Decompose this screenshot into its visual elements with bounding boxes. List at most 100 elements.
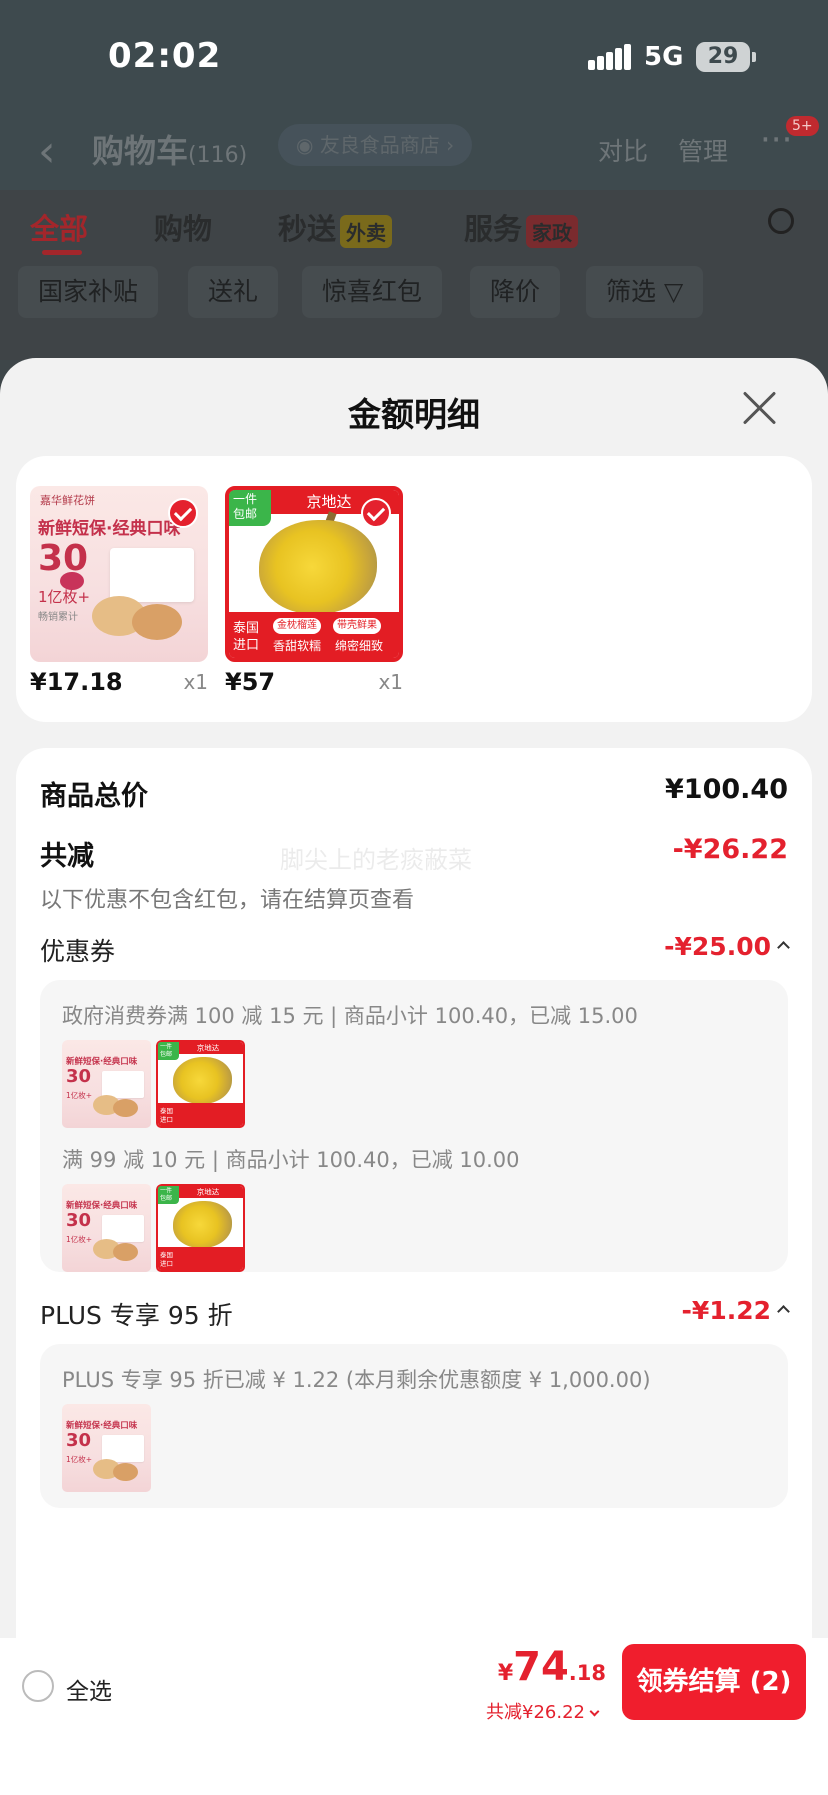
amount-detail-sheet: 金额明细 嘉华鲜花饼 新鲜短保·经典口味 30 1亿枚+ 畅销累计 ¥17.18… bbox=[0, 358, 828, 1795]
coupon-label: 优惠券 bbox=[40, 937, 116, 966]
thumb-origin: 泰国进口 bbox=[160, 1107, 174, 1124]
search-icon[interactable] bbox=[768, 208, 794, 234]
chevron-up-icon bbox=[777, 1305, 790, 1318]
eye-icon: ◉ bbox=[296, 133, 320, 157]
thumb-free-shipping: 一件包邮 bbox=[158, 1186, 179, 1204]
package-image bbox=[102, 1215, 144, 1242]
thumb-number: 30 bbox=[66, 1430, 92, 1451]
mini-thumbnail-durian: 京地达 一件包邮 泰国进口 bbox=[156, 1184, 246, 1274]
mini-thumbnail-durian: 京地达 一件包邮 泰国进口 bbox=[156, 1040, 246, 1130]
store-name: 友良食品商店 bbox=[319, 133, 440, 157]
home-indicator-area bbox=[0, 1734, 828, 1795]
tab-label: 秒送 bbox=[278, 212, 337, 246]
thumb-number: 30 bbox=[66, 1210, 92, 1231]
package-image bbox=[110, 548, 194, 602]
manage-button[interactable]: 管理 bbox=[678, 132, 728, 168]
cake-image bbox=[132, 604, 182, 640]
checked-icon[interactable] bbox=[168, 498, 198, 528]
plus-value: -¥1.22 bbox=[681, 1296, 771, 1325]
tab-service[interactable]: 服务 家政 bbox=[464, 206, 579, 248]
thumb-pill: 金枕榴莲 bbox=[273, 618, 321, 634]
network-label: 5G bbox=[644, 42, 684, 72]
compare-button[interactable]: 对比 bbox=[598, 132, 648, 168]
product-item[interactable]: 京地达 一件包邮 泰国进口 金枕榴莲 带壳鲜果 香甜软糯 绵密细致 ¥57 x1 bbox=[225, 486, 403, 698]
saved-amount-toggle[interactable]: 共减¥26.22 bbox=[486, 1698, 600, 1724]
thumb-sales: 1亿枚+ bbox=[66, 1455, 93, 1464]
total-decimal: .18 bbox=[568, 1661, 606, 1685]
checked-icon[interactable] bbox=[361, 498, 391, 528]
signal-icon bbox=[588, 44, 632, 70]
chip-filter[interactable]: 筛选 ▽ bbox=[586, 266, 704, 318]
tab-tag: 家政 bbox=[526, 214, 579, 248]
cake-image bbox=[113, 1243, 138, 1261]
rose-image bbox=[60, 572, 84, 590]
cart-title: 购物车 bbox=[92, 132, 189, 170]
tab-bar: 全部 购物 秒送 外卖 服务 家政 国家补贴 送礼 惊喜红包 降价 筛选 ▽ bbox=[0, 190, 828, 360]
discount-value: -¥26.22 bbox=[672, 834, 788, 865]
thumb-sub: 绵密细致 bbox=[335, 639, 384, 653]
product-item[interactable]: 嘉华鲜花饼 新鲜短保·经典口味 30 1亿枚+ 畅销累计 ¥17.18 x1 bbox=[30, 486, 208, 698]
total-integer: 74 bbox=[513, 1644, 569, 1690]
product-price: ¥57 bbox=[225, 668, 276, 696]
tab-all[interactable]: 全部 bbox=[30, 206, 88, 255]
status-time: 02:02 bbox=[108, 36, 222, 76]
thumb-sales: 1亿枚+ bbox=[66, 1091, 93, 1100]
select-all-checkbox[interactable] bbox=[22, 1670, 54, 1702]
tab-label: 购物 bbox=[154, 212, 213, 246]
thumb-origin: 泰国进口 bbox=[233, 621, 260, 653]
price-row: ¥17.18 x1 bbox=[30, 668, 208, 698]
close-icon[interactable] bbox=[740, 388, 780, 428]
status-bar: 02:02 5G 29 bbox=[0, 0, 828, 110]
chevron-down-icon bbox=[589, 1706, 600, 1717]
checkout-bar: 全选 ¥74.18 共减¥26.22 领券结算 (2) bbox=[0, 1638, 828, 1734]
discount-note: 以下优惠不包含红包，请在结算页查看 bbox=[40, 888, 415, 913]
product-qty: x1 bbox=[378, 670, 403, 694]
coupon-value: -¥25.00 bbox=[664, 932, 771, 961]
cart-count: (116) bbox=[188, 143, 248, 168]
cake-image bbox=[113, 1463, 138, 1481]
durian-image bbox=[259, 520, 377, 614]
coupon-toggle[interactable]: -¥25.00 bbox=[664, 932, 790, 961]
page-title: 购物车(116) bbox=[92, 126, 247, 172]
sheet-title: 金额明细 bbox=[348, 395, 480, 434]
thumb-headline: 新鲜短保·经典口味 bbox=[66, 1200, 138, 1211]
thumb-sales: 1亿枚+ bbox=[66, 1235, 93, 1244]
coupon-line: 满 99 减 10 元 | 商品小计 100.40，已减 10.00 bbox=[62, 1148, 520, 1172]
thumb-number: 30 bbox=[66, 1066, 92, 1087]
thumb-number: 30 bbox=[38, 538, 89, 579]
tab-instant[interactable]: 秒送 外卖 bbox=[278, 206, 393, 248]
back-icon[interactable]: ‹ bbox=[38, 126, 56, 177]
mini-thumbnail-pastry: 新鲜短保·经典口味 30 1亿枚+ bbox=[62, 1184, 152, 1274]
tab-shopping[interactable]: 购物 bbox=[154, 206, 212, 248]
price-row: ¥57 x1 bbox=[225, 668, 403, 698]
discount-label: 共减 bbox=[40, 841, 94, 872]
thumb-free-shipping: 一件包邮 bbox=[158, 1042, 179, 1060]
package-image bbox=[102, 1435, 144, 1462]
product-thumbnail: 嘉华鲜花饼 新鲜短保·经典口味 30 1亿枚+ 畅销累计 bbox=[30, 486, 208, 662]
chevron-right-icon: › bbox=[439, 133, 455, 157]
coupon-line: 政府消费券满 100 减 15 元 | 商品小计 100.40，已减 15.00 bbox=[62, 1004, 638, 1028]
mini-thumbnail-pastry: 新鲜短保·经典口味 30 1亿枚+ bbox=[62, 1404, 152, 1494]
store-filter-button[interactable]: ◉ 友良食品商店 › bbox=[278, 124, 473, 166]
tab-tag: 外卖 bbox=[340, 214, 393, 248]
thumb-free-shipping: 一件包邮 bbox=[229, 490, 271, 526]
plus-toggle[interactable]: -¥1.22 bbox=[681, 1296, 790, 1325]
total-price-label: 商品总价 bbox=[40, 781, 148, 812]
chip-subsidy[interactable]: 国家补贴 bbox=[18, 266, 159, 318]
checkout-button[interactable]: 领券结算 (2) bbox=[622, 1644, 806, 1720]
chip-red-packet[interactable]: 惊喜红包 bbox=[302, 266, 443, 318]
select-all-label[interactable]: 全选 bbox=[66, 1672, 112, 1706]
total-price-value: ¥100.40 bbox=[665, 774, 788, 805]
chip-price-drop[interactable]: 降价 bbox=[470, 266, 561, 318]
thumb-origin: 泰国进口 bbox=[160, 1251, 174, 1268]
chip-gift[interactable]: 送礼 bbox=[188, 266, 279, 318]
plus-label: PLUS 专享 95 折 bbox=[40, 1301, 233, 1330]
saved-amount: 共减¥26.22 bbox=[486, 1702, 585, 1723]
total-amount: ¥74.18 bbox=[498, 1644, 606, 1690]
product-price: ¥17.18 bbox=[30, 668, 123, 696]
durian-image bbox=[173, 1057, 232, 1104]
product-qty: x1 bbox=[183, 670, 208, 694]
package-image bbox=[102, 1071, 144, 1098]
mini-thumbnail-pastry: 新鲜短保·经典口味 30 1亿枚+ bbox=[62, 1040, 152, 1130]
filter-icon: ▽ bbox=[663, 277, 684, 306]
